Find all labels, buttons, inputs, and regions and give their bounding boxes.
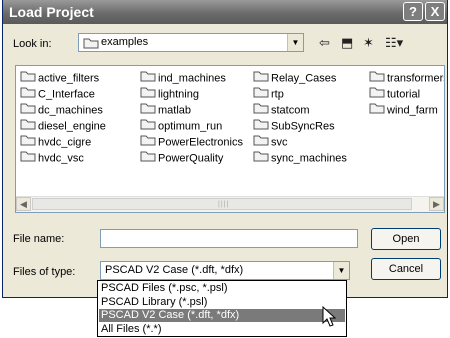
- open-button[interactable]: Open: [371, 228, 441, 250]
- list-item[interactable]: tutorial: [369, 86, 420, 102]
- folder-icon: [140, 70, 156, 87]
- folder-icon: [20, 70, 36, 87]
- folder-label: Relay_Cases: [271, 72, 337, 85]
- folder-label: hvdc_cigre: [38, 136, 92, 149]
- list-item[interactable]: statcom: [253, 102, 310, 118]
- list-item[interactable]: transformers: [369, 70, 445, 87]
- folder-icon: [253, 150, 269, 167]
- file-type-dropdown[interactable]: PSCAD V2 Case (*.dft, *dfx) ▼: [100, 261, 350, 280]
- folder-icon: [20, 86, 36, 103]
- chevron-down-icon[interactable]: ▼: [287, 34, 303, 51]
- file-type-option[interactable]: All Files (*.*): [99, 323, 345, 336]
- folder-label: active_filters: [38, 72, 100, 85]
- window-title: Load Project: [9, 4, 94, 20]
- folder-label: tutorial: [387, 88, 421, 101]
- look-in-label: Look in:: [13, 38, 52, 50]
- file-type-option[interactable]: PSCAD Library (*.psl): [99, 296, 345, 309]
- look-in-value: examples: [101, 36, 149, 48]
- folder-icon: [253, 134, 269, 151]
- folder-label: statcom: [271, 104, 310, 117]
- folder-label: dc_machines: [38, 104, 103, 117]
- folder-label: PowerElectronics: [158, 136, 243, 149]
- folder-icon: [253, 70, 269, 87]
- scroll-right-icon[interactable]: ▶: [429, 197, 444, 211]
- list-item[interactable]: rtp: [253, 86, 284, 102]
- chevron-down-icon[interactable]: ▼: [333, 262, 349, 279]
- scroll-thumb[interactable]: ||||: [32, 198, 412, 210]
- folder-icon: [253, 118, 269, 135]
- folder-list[interactable]: active_filters C_Interface dc_machinesdies…: [15, 65, 445, 213]
- scroll-left-icon[interactable]: ◀: [16, 197, 31, 211]
- close-button[interactable]: X: [425, 2, 445, 21]
- cancel-button[interactable]: Cancel: [371, 258, 441, 280]
- folder-icon: [140, 86, 156, 103]
- list-item[interactable]: dc_machines: [20, 102, 103, 118]
- file-name-input[interactable]: [100, 229, 358, 248]
- folder-icon: [369, 86, 385, 103]
- folder-label: svc: [271, 136, 288, 149]
- help-button[interactable]: ?: [403, 2, 423, 21]
- list-item[interactable]: optimum_run: [140, 118, 222, 134]
- list-item[interactable]: svc: [253, 134, 288, 150]
- list-item[interactable]: PowerElectronics: [140, 134, 243, 150]
- list-item[interactable]: lightning: [140, 86, 199, 102]
- folder-label: diesel_engine: [38, 120, 106, 133]
- folder-icon: [369, 70, 385, 87]
- file-type-option[interactable]: PSCAD V2 Case (*.dft, *dfx): [99, 309, 345, 322]
- folder-icon: [20, 150, 36, 167]
- list-item[interactable]: active_filters: [20, 70, 99, 86]
- folder-icon: [20, 118, 36, 135]
- folder-label: rtp: [271, 88, 284, 101]
- file-type-options-list[interactable]: PSCAD Files (*.psc, *.psl) PSCAD Library …: [97, 280, 347, 337]
- list-item[interactable]: sync_machines: [253, 150, 347, 166]
- list-item[interactable]: diesel_engine: [20, 118, 106, 134]
- folder-icon: [369, 102, 385, 119]
- folder-label: PowerQuality: [158, 152, 224, 165]
- folder-label: matlab: [158, 104, 192, 117]
- folder-label: SubSyncRes: [271, 120, 335, 133]
- folder-icon: [20, 134, 36, 151]
- folder-icon: [140, 150, 156, 167]
- folder-label: lightning: [158, 88, 199, 101]
- list-item[interactable]: PowerQuality: [140, 150, 223, 166]
- list-item[interactable]: ind_machines: [140, 70, 226, 86]
- folder-icon: [140, 118, 156, 135]
- folder-icon: [253, 86, 269, 103]
- file-type-option[interactable]: PSCAD Files (*.psc, *.psl): [99, 282, 345, 295]
- folder-label: sync_machines: [271, 152, 347, 165]
- up-folder-icon[interactable]: ⬒: [341, 35, 353, 51]
- folder-icon: [253, 102, 269, 119]
- title-bar[interactable]: Load Project ? X: [3, 0, 447, 24]
- folder-icon: [140, 102, 156, 119]
- file-name-label: File name:: [13, 233, 65, 245]
- mouse-cursor-icon: [322, 305, 337, 331]
- file-type-value: PSCAD V2 Case (*.dft, *dfx): [105, 264, 244, 276]
- list-item[interactable]: hvdc_vsc: [20, 150, 84, 166]
- folder-label: C_Interface: [38, 88, 95, 101]
- list-item[interactable]: hvdc_cigre: [20, 134, 91, 150]
- look-in-dropdown[interactable]: examples ▼: [78, 33, 304, 52]
- folder-icon: [83, 37, 99, 52]
- list-item[interactable]: Relay_Cases: [253, 70, 336, 86]
- load-project-dialog: Load Project ? X Look in: examples ▼ ⇦ ⬒ ✶…: [2, 0, 448, 298]
- horizontal-scrollbar[interactable]: ◀ |||| ▶: [16, 196, 444, 212]
- list-item[interactable]: C_Interface: [20, 86, 95, 102]
- folder-icon: [140, 134, 156, 151]
- list-item[interactable]: wind_farm: [369, 102, 438, 118]
- file-type-label: Files of type:: [13, 266, 76, 278]
- back-icon[interactable]: ⇦: [319, 35, 330, 51]
- folder-label: transformers: [387, 72, 445, 85]
- view-menu-icon[interactable]: ☷▾: [385, 35, 403, 51]
- folder-label: hvdc_vsc: [38, 152, 84, 165]
- new-folder-icon[interactable]: ✶: [363, 35, 374, 51]
- list-item[interactable]: matlab: [140, 102, 191, 118]
- folder-label: optimum_run: [158, 120, 223, 133]
- folder-icon: [20, 102, 36, 119]
- folder-label: ind_machines: [158, 72, 226, 85]
- list-item[interactable]: SubSyncRes: [253, 118, 335, 134]
- folder-label: wind_farm: [387, 104, 438, 117]
